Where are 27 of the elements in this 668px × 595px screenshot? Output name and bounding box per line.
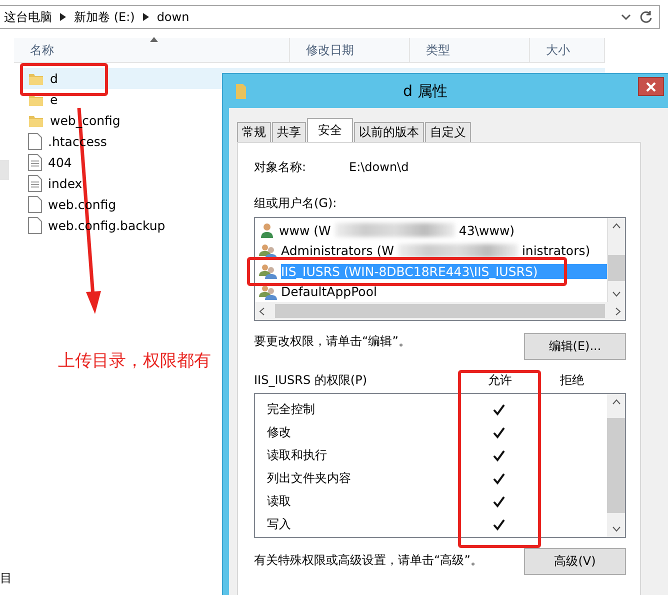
nav-label: 目 xyxy=(0,570,12,587)
user-name: www (W xyxy=(279,222,331,238)
user-name: IIS_IUSRS (WIN-8DBC18RE443\IIS_IUSRS) xyxy=(281,264,607,279)
file-name: index xyxy=(48,176,82,191)
user-name: DefaultAppPool xyxy=(281,284,377,300)
users-label: 组或用户名(G): xyxy=(254,195,338,211)
file-name: e xyxy=(50,92,58,107)
permission-name: 读取和执行 xyxy=(266,447,328,464)
permission-name: 写入 xyxy=(266,516,292,533)
object-name-label: 对象名称: xyxy=(254,158,308,176)
user-name: inistrators) xyxy=(522,243,590,258)
edit-hint: 要更改权限，请单击“编辑”。 xyxy=(254,333,410,350)
permission-name: 读取 xyxy=(266,493,292,510)
user-name: 43\www) xyxy=(458,222,515,238)
user-name: Administrators (W xyxy=(281,243,394,258)
object-name-value: E:\down\d xyxy=(349,160,409,174)
column-header: 允许 xyxy=(487,372,513,389)
file-name: d xyxy=(50,71,58,86)
dialog-title: d 属性 xyxy=(403,82,448,101)
permission-name: 完全控制 xyxy=(266,401,316,418)
permission-name: 列出文件夹内容 xyxy=(266,470,352,487)
file-name: 404 xyxy=(48,155,72,170)
advanced-hint: 有关特殊权限或高级设置，请单击“高级”。 xyxy=(254,552,482,569)
permissions-label: IIS_IUSRS 的权限(P) xyxy=(254,372,368,389)
annotation-note: 上传目录，权限都有 xyxy=(58,350,211,372)
permission-name: 修改 xyxy=(266,424,292,441)
column-header: 拒绝 xyxy=(559,372,585,389)
